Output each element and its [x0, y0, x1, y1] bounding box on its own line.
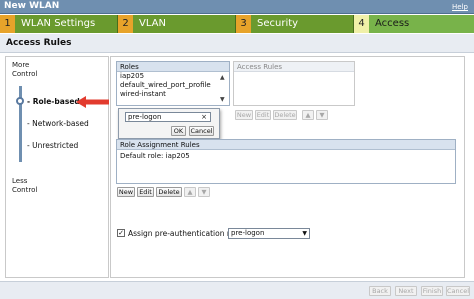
tab-vlan[interactable]: 2 VLAN — [118, 15, 236, 33]
list-item[interactable]: iap205 — [117, 72, 229, 81]
section-title: Access Rules — [6, 38, 72, 48]
wizard-footer: Back Next Finish Cancel — [0, 281, 474, 299]
move-down-icon[interactable]: ▼ — [198, 187, 210, 197]
wizard-tabs: 1 WLAN Settings 2 VLAN 3 Security 4 Acce… — [0, 15, 474, 33]
tab-access[interactable]: 4 Access — [354, 15, 474, 33]
role-assignment-header: Role Assignment Rules — [117, 140, 455, 150]
less-control-label: Less Control — [12, 177, 38, 194]
access-rule-new-button[interactable]: New — [235, 110, 253, 120]
role-name-input[interactable]: pre-logon × — [125, 112, 211, 122]
slider-handle[interactable] — [16, 97, 24, 105]
back-button[interactable]: Back — [369, 286, 391, 296]
next-button[interactable]: Next — [395, 286, 417, 296]
red-arrow-icon — [76, 96, 109, 108]
tab-number: 2 — [118, 15, 133, 33]
pre-auth-role-select[interactable]: pre-logon ▼ — [228, 228, 310, 239]
move-up-icon[interactable]: ▲ — [302, 110, 314, 120]
roles-header: Roles — [117, 62, 229, 72]
list-item[interactable]: wired-instant — [117, 90, 229, 99]
tab-label: WLAN Settings — [21, 18, 96, 29]
chevron-down-icon: ▼ — [302, 230, 307, 237]
finish-button[interactable]: Finish — [421, 286, 443, 296]
option-unrestricted[interactable]: - Unrestricted — [27, 141, 78, 150]
option-network-based[interactable]: - Network-based — [27, 119, 89, 128]
option-role-based[interactable]: - Role-based — [27, 97, 80, 106]
scroll-up-icon[interactable]: ▲ — [220, 74, 225, 81]
window-title: New WLAN — [4, 1, 60, 11]
move-down-icon[interactable]: ▼ — [316, 110, 328, 120]
access-rules-header: Access Rules — [234, 62, 354, 72]
role-name-value: pre-logon — [128, 113, 162, 121]
move-up-icon[interactable]: ▲ — [184, 187, 196, 197]
pre-auth-checkbox[interactable]: ✓ — [117, 229, 125, 237]
new-role-popup: pre-logon × OK Cancel — [118, 108, 220, 139]
clear-icon[interactable]: × — [201, 113, 207, 122]
rule-delete-button[interactable]: Delete — [156, 187, 182, 197]
access-rule-delete-button[interactable]: Delete — [273, 110, 297, 120]
roles-list[interactable]: Roles iap205 default_wired_port_profile … — [116, 61, 230, 106]
tab-number: 4 — [354, 15, 369, 33]
access-rules-list[interactable]: Access Rules — [233, 61, 355, 106]
section-header: Access Rules — [0, 34, 474, 53]
rule-new-button[interactable]: New — [117, 187, 135, 197]
ok-button[interactable]: OK — [171, 126, 186, 136]
tab-number: 3 — [236, 15, 251, 33]
tab-security[interactable]: 3 Security — [236, 15, 354, 33]
tab-wlan-settings[interactable]: 1 WLAN Settings — [0, 15, 118, 33]
table-row[interactable]: Default role: iap205 — [117, 152, 455, 161]
scroll-down-icon[interactable]: ▼ — [220, 96, 225, 103]
popup-cancel-button[interactable]: Cancel — [189, 126, 214, 136]
more-control-label: More Control — [12, 61, 38, 78]
tab-label: VLAN — [139, 18, 166, 29]
pre-auth-label: Assign pre-authentication role: — [128, 229, 244, 238]
help-link[interactable]: Help — [452, 3, 468, 11]
roles-scrollbar[interactable]: ▲ ▼ — [220, 74, 228, 105]
pre-auth-role-value: pre-logon — [231, 229, 265, 237]
tab-label: Access — [375, 18, 410, 29]
tab-number: 1 — [0, 15, 15, 33]
cancel-button[interactable]: Cancel — [446, 286, 470, 296]
role-assignment-list[interactable]: Role Assignment Rules Default role: iap2… — [116, 139, 456, 184]
title-bar: New WLAN Help — [0, 0, 474, 14]
list-item[interactable]: default_wired_port_profile — [117, 81, 229, 90]
rule-edit-button[interactable]: Edit — [137, 187, 154, 197]
tab-label: Security — [257, 18, 299, 29]
access-rule-edit-button[interactable]: Edit — [255, 110, 271, 120]
